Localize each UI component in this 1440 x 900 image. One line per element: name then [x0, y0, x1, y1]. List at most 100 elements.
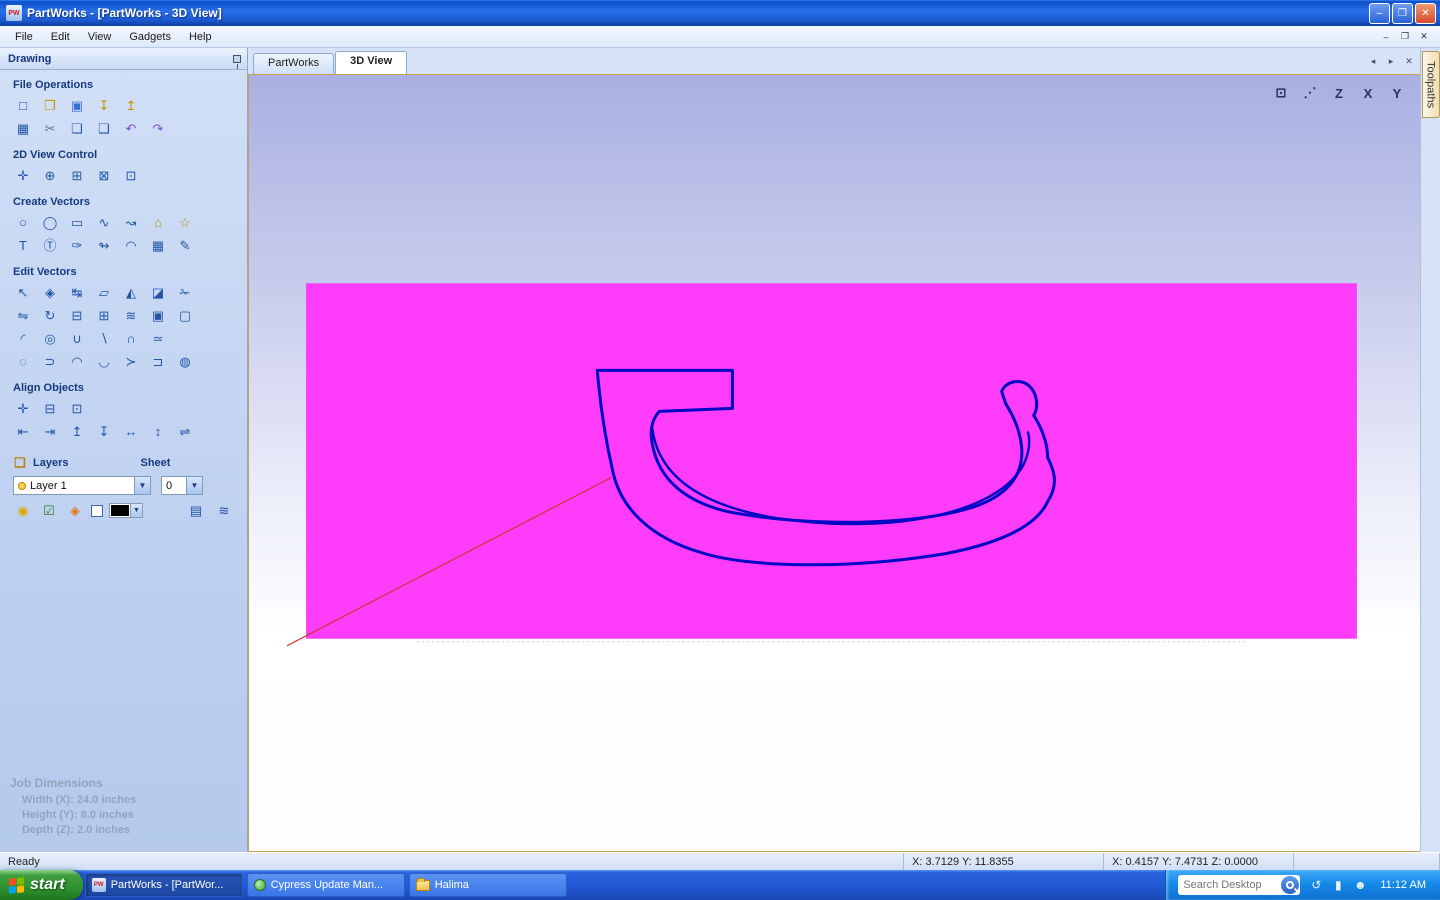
tab-3d-view[interactable]: 3D View: [335, 51, 407, 74]
new-file-icon[interactable]: □: [13, 96, 33, 115]
view-along-x-icon[interactable]: X: [1357, 83, 1379, 103]
weld-icon[interactable]: ∪: [67, 329, 87, 348]
freehand-draw-icon[interactable]: ✎: [175, 236, 195, 255]
tab-close-icon[interactable]: ✕: [1402, 54, 1416, 68]
save-file-icon[interactable]: ▣: [67, 96, 87, 115]
desktop-search[interactable]: [1178, 875, 1300, 895]
align-left-icon[interactable]: ⇤: [13, 422, 33, 441]
layer-visible-icon[interactable]: ◉: [13, 501, 33, 520]
text-on-curve-icon[interactable]: ↬: [94, 236, 114, 255]
drawing-panel-header[interactable]: Drawing: [0, 48, 247, 70]
view-along-z-icon[interactable]: Z: [1328, 83, 1350, 103]
import-vectors-icon[interactable]: ↧: [94, 96, 114, 115]
undo-icon[interactable]: ↶: [121, 119, 141, 138]
redo-icon[interactable]: ↷: [148, 119, 168, 138]
draw-text-icon[interactable]: T: [13, 236, 33, 255]
layer-blank-swatch[interactable]: [91, 505, 103, 517]
close-vector-icon[interactable]: ◌: [13, 352, 33, 371]
draw-circle-icon[interactable]: ○: [13, 213, 33, 232]
select-icon[interactable]: ↖: [13, 283, 33, 302]
sheet-select[interactable]: 0 ▼: [161, 476, 203, 495]
offset-copy-icon[interactable]: ≋: [121, 306, 141, 325]
tray-user-icon[interactable]: ☻: [1352, 877, 1368, 893]
taskbar-item-partworks[interactable]: PW PartWorks - [PartWor...: [85, 873, 243, 897]
layer-lock-icon[interactable]: ◈: [65, 501, 85, 520]
zoom-interactive-icon[interactable]: ⊕: [40, 166, 60, 185]
block-array-icon[interactable]: ▦: [148, 236, 168, 255]
menu-help[interactable]: Help: [180, 28, 221, 46]
group-icon[interactable]: ▣: [148, 306, 168, 325]
layer-selected-icon[interactable]: ☑: [39, 501, 59, 520]
view-iso-icon[interactable]: ⋰: [1299, 83, 1321, 103]
intersect-icon[interactable]: ∩: [121, 329, 141, 348]
flatten-icon[interactable]: ≃: [148, 329, 168, 348]
win-close-icon[interactable]: ✕: [1415, 3, 1436, 24]
block-copy-icon[interactable]: ⊞: [94, 306, 114, 325]
curve-smooth-icon[interactable]: ⊐: [148, 352, 168, 371]
job-setup-icon[interactable]: ▦: [13, 119, 33, 138]
win-minimize-icon[interactable]: –: [1369, 3, 1390, 24]
align-center-material-icon[interactable]: ✛: [13, 399, 33, 418]
align-top-icon[interactable]: ↥: [67, 422, 87, 441]
distort-icon[interactable]: ◪: [148, 283, 168, 302]
view-along-y-icon[interactable]: Y: [1386, 83, 1408, 103]
fit-arcs-icon[interactable]: ◠: [67, 352, 87, 371]
join-vectors-icon[interactable]: ⊃: [40, 352, 60, 371]
zoom-selected-icon[interactable]: ⊡: [121, 166, 141, 185]
fit-beziers-icon[interactable]: ◡: [94, 352, 114, 371]
align-objects-icon[interactable]: ⊟: [67, 306, 87, 325]
vector-validator-icon[interactable]: ◍: [175, 352, 195, 371]
layer-select[interactable]: Layer 1 ▼: [13, 476, 151, 495]
fillet-icon[interactable]: ◜: [13, 329, 33, 348]
align-center-y-icon[interactable]: ⊡: [67, 399, 87, 418]
view-3d-canvas[interactable]: ⊡ ⋰ ZXY: [248, 74, 1420, 852]
view-fit-icon[interactable]: ⊡: [1270, 83, 1292, 103]
trim-icon[interactable]: ✁: [175, 283, 195, 302]
win-maximize-icon[interactable]: ❐: [1392, 3, 1413, 24]
align-center-h-icon[interactable]: ↔: [121, 422, 141, 441]
transform-icon[interactable]: ▱: [94, 283, 114, 302]
arc-text-icon[interactable]: ◠: [121, 236, 141, 255]
tray-refresh-icon[interactable]: ↺: [1308, 877, 1324, 893]
draw-curve-icon[interactable]: ↝: [121, 213, 141, 232]
menu-gadgets[interactable]: Gadgets: [120, 28, 180, 46]
tab-scroll-right-icon[interactable]: ▸: [1384, 54, 1398, 68]
align-stack-icon[interactable]: ⇌: [175, 422, 195, 441]
mdi-close-icon[interactable]: ✕: [1416, 30, 1432, 44]
pin-icon[interactable]: [233, 55, 241, 63]
sheet-properties-icon[interactable]: ▤: [186, 501, 206, 520]
subtract-icon[interactable]: ∖: [94, 329, 114, 348]
rotate-icon[interactable]: ↻: [40, 306, 60, 325]
start-button[interactable]: start: [0, 870, 83, 900]
menu-edit[interactable]: Edit: [42, 28, 79, 46]
draw-ellipse-icon[interactable]: ◯: [40, 213, 60, 232]
taskbar-item-cypress[interactable]: Cypress Update Man...: [247, 873, 405, 897]
align-center-v-icon[interactable]: ↕: [148, 422, 168, 441]
draw-polyline-icon[interactable]: ∿: [94, 213, 114, 232]
cut-icon[interactable]: ✂: [40, 119, 60, 138]
copy-icon[interactable]: ❏: [67, 119, 87, 138]
node-edit-icon[interactable]: ◈: [40, 283, 60, 302]
fit-lines-icon[interactable]: ≻: [121, 352, 141, 371]
sheet-select-dropdown-icon[interactable]: ▼: [186, 477, 202, 494]
menu-file[interactable]: File: [6, 28, 42, 46]
text-select-icon[interactable]: ✑: [67, 236, 87, 255]
export-vectors-icon[interactable]: ↥: [121, 96, 141, 115]
scale-icon[interactable]: ◭: [121, 283, 141, 302]
tab-scroll-left-icon[interactable]: ◂: [1366, 54, 1380, 68]
ungroup-icon[interactable]: ▢: [175, 306, 195, 325]
align-bottom-icon[interactable]: ↧: [94, 422, 114, 441]
merge-layers-icon[interactable]: ≋: [214, 501, 234, 520]
align-center-x-icon[interactable]: ⊟: [40, 399, 60, 418]
paste-icon[interactable]: ❑: [94, 119, 114, 138]
mdi-restore-icon[interactable]: ❐: [1397, 30, 1413, 44]
layer-select-dropdown-icon[interactable]: ▼: [134, 477, 150, 494]
search-button[interactable]: [1281, 876, 1299, 894]
mirror-icon[interactable]: ⇋: [13, 306, 33, 325]
draw-polygon-icon[interactable]: ⌂: [148, 213, 168, 232]
draw-star-icon[interactable]: ☆: [175, 213, 195, 232]
zoom-extents-icon[interactable]: ⊠: [94, 166, 114, 185]
offset-vectors-icon[interactable]: ◎: [40, 329, 60, 348]
layer-color-dropdown[interactable]: ▼: [109, 503, 143, 518]
align-right-icon[interactable]: ⇥: [40, 422, 60, 441]
